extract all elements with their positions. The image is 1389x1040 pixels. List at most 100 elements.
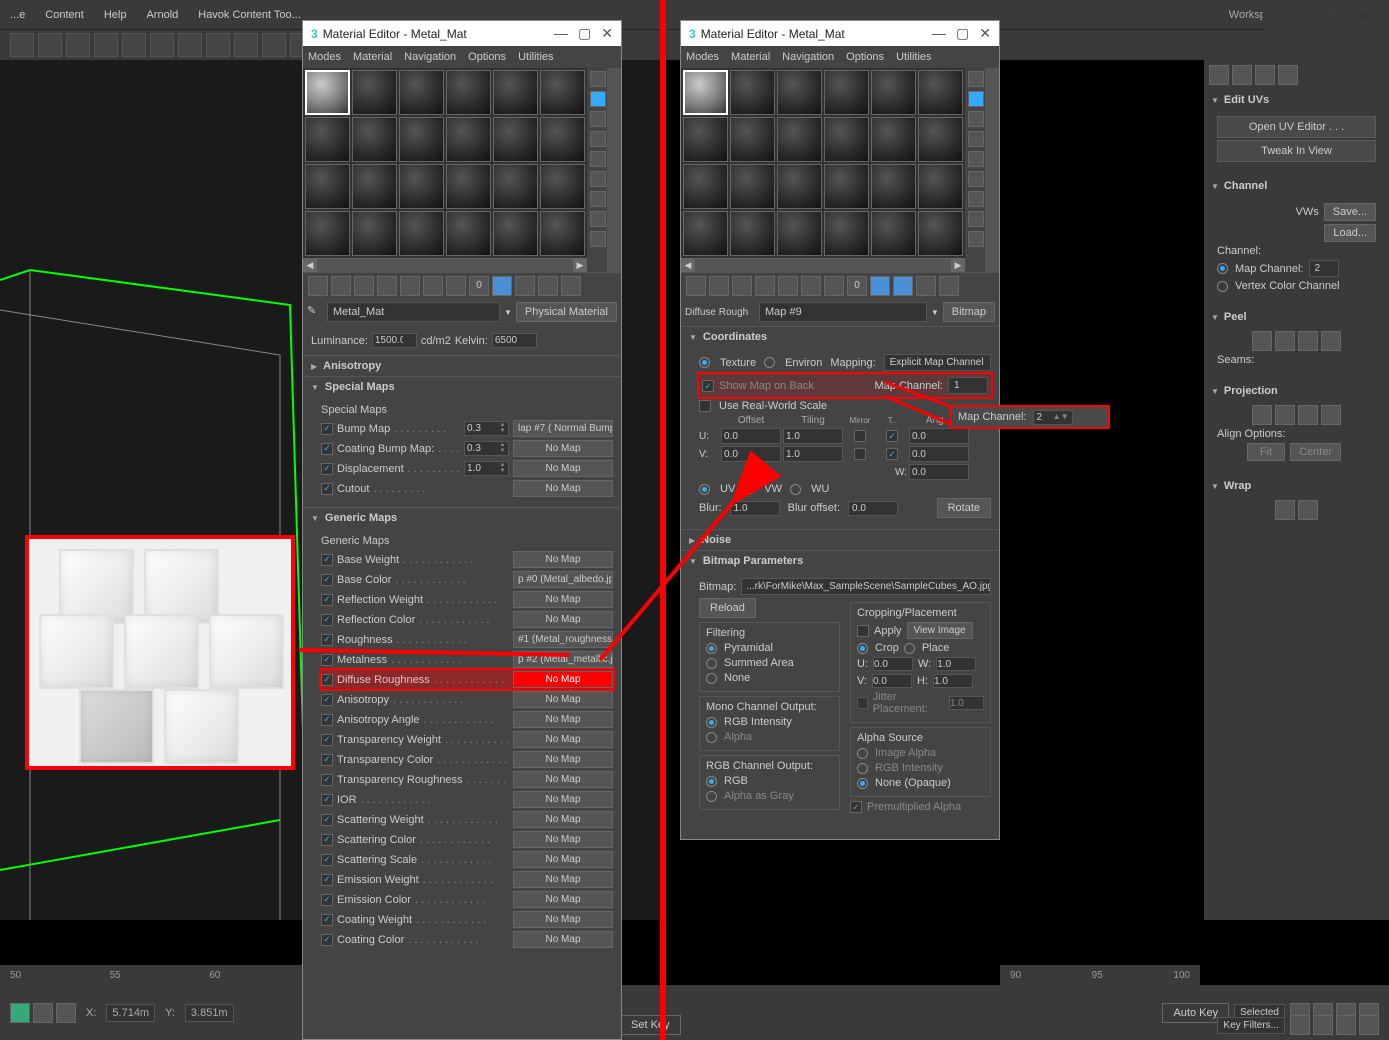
rollout-anisotropy[interactable]: Anisotropy bbox=[303, 355, 621, 376]
menu-arnold[interactable]: Arnold bbox=[146, 9, 178, 21]
map-checkbox[interactable] bbox=[321, 614, 333, 626]
tool-icon[interactable] bbox=[870, 276, 890, 296]
peel-icon[interactable] bbox=[1252, 331, 1272, 351]
peel-icon[interactable] bbox=[1298, 331, 1318, 351]
rollout-channel[interactable]: Channel bbox=[1209, 176, 1384, 196]
menu-content[interactable]: Content bbox=[45, 9, 84, 21]
tool-icon[interactable] bbox=[515, 276, 535, 296]
map-button[interactable]: No Map bbox=[513, 440, 613, 457]
menu-navigation[interactable]: Navigation bbox=[404, 51, 456, 63]
v-tile-check[interactable] bbox=[886, 448, 898, 460]
tool-icon[interactable] bbox=[10, 33, 34, 57]
sample-slot[interactable] bbox=[730, 164, 775, 209]
eyedropper-icon[interactable]: ✎ bbox=[307, 304, 323, 320]
status-icon[interactable] bbox=[33, 1003, 53, 1023]
menu-help[interactable]: Help bbox=[104, 9, 127, 21]
show-map-checkbox[interactable]: ✓ bbox=[702, 380, 714, 392]
load-button[interactable]: Load... bbox=[1324, 224, 1376, 242]
map-button[interactable]: No Map bbox=[513, 731, 613, 748]
summed-radio[interactable] bbox=[706, 658, 717, 669]
sample-slot[interactable] bbox=[540, 164, 585, 209]
rollout-edit-uvs[interactable]: Edit UVs bbox=[1209, 90, 1384, 110]
proj-cylinder-icon[interactable] bbox=[1275, 405, 1295, 425]
maximize-icon[interactable]: ▢ bbox=[956, 25, 969, 42]
callout-value[interactable]: 2 bbox=[1037, 412, 1043, 423]
sample-slot[interactable] bbox=[918, 211, 963, 256]
luminance-value[interactable] bbox=[373, 334, 405, 347]
tool-icon[interactable] bbox=[423, 276, 443, 296]
tool-icon[interactable] bbox=[732, 276, 752, 296]
crop-w[interactable] bbox=[937, 659, 975, 670]
close-icon[interactable]: ✕ bbox=[979, 25, 991, 42]
side-btn[interactable] bbox=[968, 131, 984, 147]
v-angle[interactable] bbox=[910, 447, 968, 461]
tool-icon[interactable] bbox=[824, 276, 844, 296]
map-checkbox[interactable] bbox=[321, 554, 333, 566]
rgb-rgb-radio[interactable] bbox=[706, 776, 717, 787]
rollout-coordinates[interactable]: Coordinates bbox=[681, 326, 999, 347]
nav-icon[interactable] bbox=[1290, 1015, 1310, 1035]
tool-icon[interactable] bbox=[755, 276, 775, 296]
panel-icon[interactable] bbox=[1255, 65, 1275, 85]
crop-v[interactable] bbox=[873, 676, 911, 687]
wrap-icon[interactable] bbox=[1298, 500, 1318, 520]
map-button[interactable]: No Map bbox=[513, 611, 613, 628]
tool-icon[interactable] bbox=[234, 33, 258, 57]
tool-icon[interactable] bbox=[538, 276, 558, 296]
side-btn[interactable] bbox=[968, 151, 984, 167]
timeline[interactable]: 50 55 60 65 bbox=[0, 965, 330, 985]
sample-slot[interactable] bbox=[399, 70, 444, 115]
tool-icon[interactable] bbox=[778, 276, 798, 296]
map-checkbox[interactable] bbox=[321, 594, 333, 606]
kelvin-value[interactable] bbox=[493, 334, 525, 347]
side-btn[interactable] bbox=[590, 211, 606, 227]
texture-radio[interactable] bbox=[699, 357, 710, 368]
crop-u[interactable] bbox=[874, 659, 912, 670]
scroll-right-icon[interactable]: ▶ bbox=[573, 259, 587, 272]
map-checkbox[interactable] bbox=[321, 443, 333, 455]
tool-icon[interactable] bbox=[916, 276, 936, 296]
map-button[interactable]: #1 (Metal_roughness. bbox=[513, 631, 613, 648]
rollout-noise[interactable]: Noise bbox=[681, 529, 999, 550]
sample-slot[interactable] bbox=[446, 117, 491, 162]
scroll-left-icon[interactable]: ◀ bbox=[681, 259, 695, 272]
side-btn[interactable] bbox=[590, 151, 606, 167]
sample-slot[interactable] bbox=[824, 117, 869, 162]
maximize-icon[interactable]: ▢ bbox=[578, 25, 591, 42]
tool-icon[interactable] bbox=[66, 33, 90, 57]
map-button[interactable]: p #0 (Metal_albedo.jp bbox=[513, 571, 613, 588]
map-button[interactable]: No Map bbox=[513, 771, 613, 788]
dialog-titlebar[interactable]: 3 Material Editor - Metal_Mat — ▢ ✕ bbox=[681, 21, 999, 46]
sample-slot[interactable] bbox=[683, 211, 728, 256]
map-checkbox[interactable] bbox=[321, 694, 333, 706]
map-checkbox[interactable] bbox=[321, 754, 333, 766]
vertex-color-radio[interactable] bbox=[1217, 281, 1228, 292]
sample-slot[interactable] bbox=[777, 117, 822, 162]
side-btn[interactable] bbox=[590, 111, 606, 127]
panel-icon[interactable] bbox=[1209, 65, 1229, 85]
map-button[interactable]: No Map bbox=[513, 711, 613, 728]
map-checkbox[interactable] bbox=[321, 834, 333, 846]
crop-h[interactable] bbox=[934, 676, 972, 687]
snap-icon[interactable] bbox=[10, 1003, 30, 1023]
menu-havok[interactable]: Havok Content Too... bbox=[198, 9, 301, 21]
sample-slot[interactable] bbox=[730, 70, 775, 115]
map-checkbox[interactable] bbox=[321, 463, 333, 475]
sample-slot[interactable] bbox=[777, 164, 822, 209]
bitmap-path[interactable]: ...rk\ForMike\Max_SampleScene\SampleCube… bbox=[741, 578, 991, 595]
map-type-button[interactable]: Bitmap bbox=[943, 302, 995, 322]
side-btn[interactable] bbox=[968, 211, 984, 227]
panel-icon[interactable] bbox=[1278, 65, 1298, 85]
tool-icon[interactable] bbox=[377, 276, 397, 296]
sample-slot[interactable] bbox=[777, 70, 822, 115]
v-offset[interactable] bbox=[722, 447, 780, 461]
mono-rgb-radio[interactable] bbox=[706, 717, 717, 728]
blur-value[interactable] bbox=[731, 502, 779, 515]
setkey-button[interactable]: Set Key bbox=[620, 1015, 681, 1035]
u-tiling[interactable] bbox=[784, 429, 842, 443]
x-coord[interactable]: 5.714m bbox=[106, 1004, 155, 1022]
map-button[interactable]: No Map bbox=[513, 551, 613, 568]
u-mirror-check[interactable] bbox=[854, 430, 866, 442]
close-icon[interactable]: ✕ bbox=[601, 25, 613, 42]
map-checkbox[interactable] bbox=[321, 654, 333, 666]
